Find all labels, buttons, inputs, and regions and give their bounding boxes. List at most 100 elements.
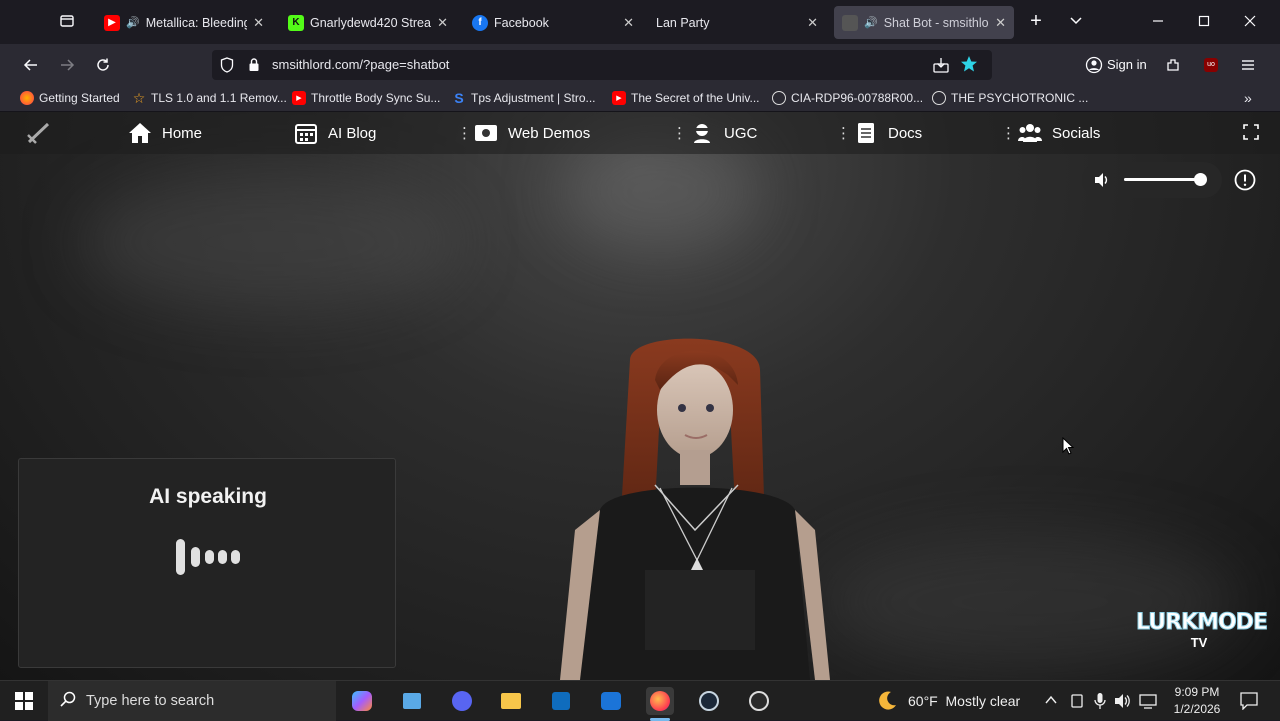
watermark-line2: TV	[1190, 635, 1208, 650]
tab-lan-party[interactable]: Lan Party ✕	[648, 6, 826, 39]
bookmark-label: CIA-RDP96-00788R00...	[791, 91, 924, 105]
back-button[interactable]	[17, 52, 45, 78]
close-icon[interactable]: ✕	[623, 15, 634, 31]
discord-icon[interactable]	[448, 687, 476, 715]
tab-gnarlydewd[interactable]: K Gnarlydewd420 Stream ✕	[280, 6, 456, 39]
youtube-icon: ▶	[104, 14, 120, 31]
notification-icon[interactable]	[1240, 692, 1258, 715]
new-tab-button[interactable]: +	[1022, 8, 1050, 34]
nav-home[interactable]: Home	[128, 121, 202, 145]
extensions-icon[interactable]	[1159, 52, 1187, 78]
audio-wave-bar	[191, 547, 200, 567]
bookmark-star-icon[interactable]	[960, 55, 978, 78]
copilot-icon[interactable]	[348, 687, 376, 715]
sign-in-icon[interactable]	[1080, 52, 1108, 78]
kebab-menu-icon[interactable]: ⋮	[836, 124, 851, 142]
reload-button[interactable]	[89, 52, 117, 78]
lock-icon[interactable]	[248, 57, 260, 77]
close-icon[interactable]: ✕	[995, 15, 1006, 31]
nav-label: Docs	[888, 124, 923, 142]
volume-icon[interactable]	[1114, 693, 1132, 714]
recording-app-icon[interactable]	[745, 687, 773, 715]
weather-text[interactable]: 60°F Mostly clear	[908, 693, 1020, 709]
forward-button[interactable]	[53, 52, 81, 78]
maximize-button[interactable]	[1190, 8, 1218, 34]
taskbar-search[interactable]: Type here to search	[48, 681, 336, 721]
nav-ai-blog[interactable]: AI Blog	[294, 121, 376, 145]
nav-label: Socials	[1052, 124, 1101, 142]
save-to-pocket-icon[interactable]	[932, 56, 950, 79]
network-icon[interactable]	[1139, 693, 1157, 714]
alert-icon[interactable]	[1234, 169, 1256, 196]
mouse-cursor	[1062, 437, 1074, 455]
mail-icon[interactable]	[597, 687, 625, 715]
speaker-icon[interactable]: 🔊	[126, 16, 140, 29]
tab-shat-bot[interactable]: 🔊 Shat Bot - smsithlor ✕	[834, 6, 1014, 39]
url-bar[interactable]: smsithlord.com/?page=shatbot	[212, 50, 992, 80]
ai-status-text: AI speaking	[149, 485, 267, 508]
bookmark-item[interactable]: ▶ Throttle Body Sync Su...	[292, 91, 440, 105]
tab-facebook[interactable]: f Facebook ✕	[464, 6, 642, 39]
tab-metallica[interactable]: ▶ 🔊 Metallica: Bleeding ✕	[96, 6, 272, 39]
tab-title: Metallica: Bleeding	[145, 15, 248, 30]
nav-label: Web Demos	[508, 124, 591, 142]
app-icon[interactable]	[398, 687, 426, 715]
file-explorer-icon[interactable]	[497, 687, 525, 715]
bookmark-item[interactable]: ☆ TLS 1.0 and 1.1 Remov...	[132, 89, 287, 106]
speaker-icon[interactable]: 🔊	[864, 16, 878, 29]
bookmark-item[interactable]: CIA-RDP96-00788R00...	[772, 91, 923, 105]
bookmark-label: The Secret of the Univ...	[631, 91, 760, 105]
nav-socials[interactable]: Socials	[1018, 121, 1100, 145]
minimize-button[interactable]	[1144, 8, 1172, 34]
ublock-icon[interactable]: uo	[1197, 52, 1225, 78]
windows-start-icon[interactable]	[10, 687, 38, 715]
firefox-icon[interactable]	[646, 687, 674, 715]
fullscreen-icon[interactable]	[1243, 124, 1259, 140]
more-bookmarks-icon[interactable]: »	[1244, 90, 1252, 106]
nav-web-demos[interactable]: Web Demos	[474, 121, 590, 145]
volume-slider[interactable]	[1124, 173, 1207, 186]
clock-time[interactable]: 9:09 PM	[1162, 685, 1232, 699]
close-icon[interactable]: ✕	[437, 15, 448, 31]
globe-icon	[932, 91, 946, 105]
tray-device-icon[interactable]	[1070, 693, 1084, 714]
steam-icon[interactable]	[695, 687, 723, 715]
url-text: smsithlord.com/?page=shatbot	[272, 57, 450, 72]
bookmark-item[interactable]: THE PSYCHOTRONIC ...	[932, 91, 1088, 105]
microsoft-store-icon[interactable]	[547, 687, 575, 715]
speaker-icon[interactable]	[1094, 172, 1110, 193]
document-icon	[854, 121, 878, 145]
close-icon[interactable]: ✕	[253, 15, 264, 31]
tab-overview-icon[interactable]	[53, 8, 81, 34]
kebab-menu-icon[interactable]: ⋮	[1001, 124, 1016, 142]
logo-icon[interactable]	[26, 121, 52, 145]
volume-slider-knob[interactable]	[1194, 173, 1207, 186]
nav-ugc[interactable]: UGC	[690, 121, 757, 145]
kebab-menu-icon[interactable]: ⋮	[457, 124, 472, 142]
bookmarks-toolbar: Getting Started ☆ TLS 1.0 and 1.1 Remov.…	[0, 86, 1280, 112]
s-icon: S	[454, 90, 464, 106]
microphone-icon[interactable]	[1094, 692, 1106, 715]
shield-icon[interactable]	[220, 57, 234, 78]
tab-list-icon[interactable]	[1062, 8, 1090, 34]
weather-moon-icon[interactable]	[876, 690, 898, 717]
bookmark-item[interactable]: Getting Started	[20, 91, 120, 105]
youtube-icon: ▶	[292, 91, 306, 105]
menu-icon[interactable]	[1234, 52, 1262, 78]
bookmark-item[interactable]: S Tps Adjustment | Stro...	[452, 90, 595, 106]
star-icon: ☆	[132, 89, 146, 106]
sign-in-button[interactable]: Sign in	[1107, 57, 1147, 72]
volume-control	[1082, 162, 1222, 198]
clock-date[interactable]: 1/2/2026	[1162, 702, 1232, 716]
users-icon	[1018, 121, 1042, 145]
calendar-icon	[294, 121, 318, 145]
kebab-menu-icon[interactable]: ⋮	[672, 124, 687, 142]
nav-docs[interactable]: Docs	[854, 121, 922, 145]
bookmark-item[interactable]: ▶ The Secret of the Univ...	[612, 91, 760, 105]
close-icon[interactable]: ✕	[807, 15, 818, 31]
tab-title: Gnarlydewd420 Stream	[310, 15, 432, 30]
site-navigation: Home AI Blog ⋮ Web Demos ⋮ UGC ⋮ Docs ⋮ …	[0, 112, 1280, 154]
show-hidden-icons-icon[interactable]	[1044, 693, 1058, 712]
firefox-icon	[20, 91, 34, 105]
close-window-button[interactable]	[1236, 8, 1264, 34]
